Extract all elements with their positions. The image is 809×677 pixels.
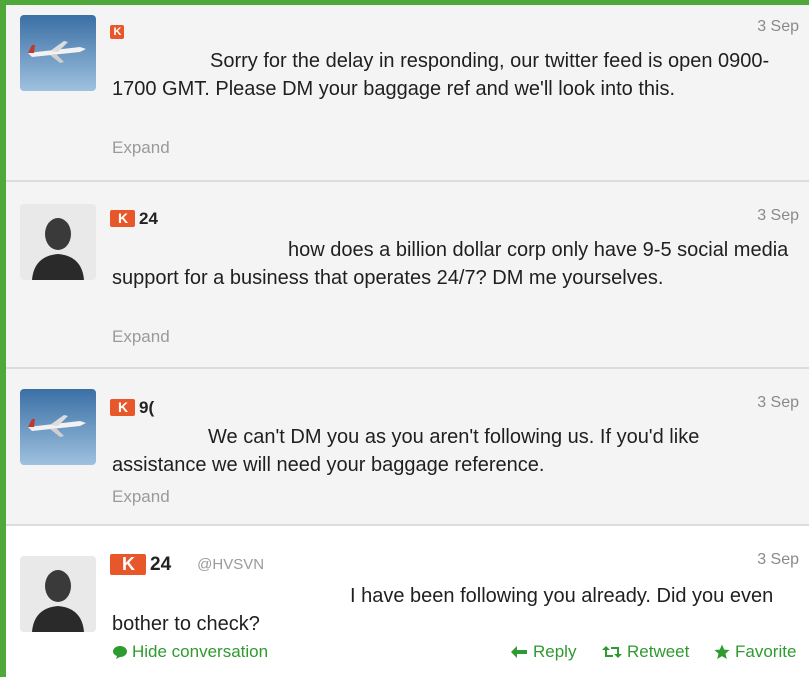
expand-link[interactable]: Expand <box>112 138 170 158</box>
favorite-button[interactable]: Favorite <box>714 642 796 662</box>
hide-conversation-link[interactable]: Hide conversation <box>112 642 268 662</box>
tweet-2[interactable]: K 24 3 Sep how does a billion dollar cor… <box>6 182 809 369</box>
klout-icon: K <box>110 399 135 416</box>
star-icon <box>714 644 730 659</box>
klout-score[interactable]: K 24 <box>110 209 158 228</box>
reply-button[interactable]: Reply <box>510 642 576 662</box>
timeline: K 3 Sep Sorry for the delay in respondin… <box>6 5 809 677</box>
tweet-1[interactable]: K 3 Sep Sorry for the delay in respondin… <box>6 5 809 182</box>
klout-icon: K <box>110 24 124 39</box>
klout-icon: K <box>110 210 135 227</box>
expand-link[interactable]: Expand <box>112 327 170 347</box>
user-handle[interactable]: @HVSVN <box>197 556 264 573</box>
tweet-text: Sorry for the delay in responding, our t… <box>112 50 770 100</box>
klout-icon: K <box>110 554 146 575</box>
tweet-date[interactable]: 3 Sep <box>757 551 799 569</box>
tweet-date[interactable]: 3 Sep <box>757 18 799 36</box>
airline-avatar[interactable] <box>20 389 96 465</box>
user-avatar[interactable] <box>20 556 96 632</box>
airline-avatar[interactable] <box>20 15 96 91</box>
retweet-button[interactable]: Retweet <box>602 642 689 662</box>
tweet-text: We can't DM you as you aren't following … <box>112 426 700 476</box>
klout-score[interactable]: K 9( <box>110 398 154 417</box>
retweet-icon <box>602 646 622 658</box>
tweet-date[interactable]: 3 Sep <box>757 207 799 225</box>
expand-link[interactable]: Expand <box>112 487 170 507</box>
tweet-4[interactable]: K 24 @HVSVN 3 Sep I have been following … <box>6 526 809 677</box>
tweet-date[interactable]: 3 Sep <box>757 394 799 412</box>
speech-bubble-icon <box>113 646 127 659</box>
tweet-text: how does a billion dollar corp only have… <box>112 239 789 289</box>
reply-icon <box>511 646 527 658</box>
klout-score[interactable]: K <box>110 23 128 40</box>
tweet-actions: Hide conversation Reply Retweet Favorite <box>112 642 801 666</box>
user-avatar[interactable] <box>20 204 96 280</box>
tweet-3[interactable]: K 9( 3 Sep We can't DM you as you aren't… <box>6 369 809 526</box>
klout-score[interactable]: K 24 @HVSVN <box>110 554 264 575</box>
tweet-text: I have been following you already. Did y… <box>112 585 774 635</box>
